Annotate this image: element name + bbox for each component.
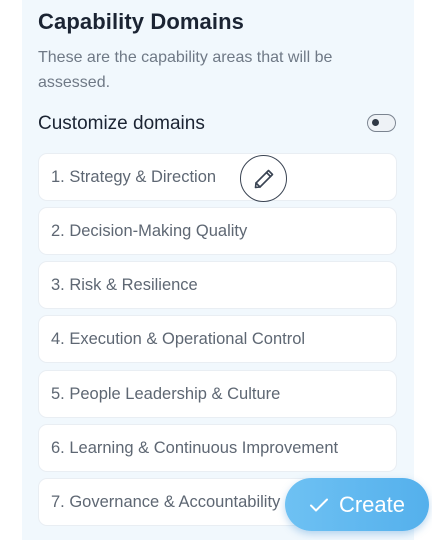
domain-label: 1. Strategy & Direction xyxy=(51,167,217,186)
domain-item-3[interactable]: 3. Risk & Resilience xyxy=(38,261,397,309)
domain-item-6[interactable]: 6. Learning & Continuous Improvement xyxy=(38,424,397,472)
customize-domains-label: Customize domains xyxy=(38,113,205,134)
customize-domains-toggle[interactable] xyxy=(367,114,396,132)
domain-item-1[interactable]: 1. Strategy & Direction xyxy=(38,153,397,201)
domain-label: 2. Decision-Making Quality xyxy=(51,221,248,240)
domain-label: 5. People Leadership & Culture xyxy=(51,384,281,403)
domain-label: 3. Risk & Resilience xyxy=(51,275,198,294)
domain-label: 6. Learning & Continuous Improvement xyxy=(51,438,339,457)
create-button[interactable]: Create xyxy=(285,478,429,531)
domain-label: 7. Governance & Accountability xyxy=(51,492,281,511)
check-icon xyxy=(309,497,329,513)
toggle-knob xyxy=(372,119,379,126)
create-button-label: Create xyxy=(338,491,406,517)
domain-item-2[interactable]: 2. Decision-Making Quality xyxy=(38,207,397,255)
domain-label: 4. Execution & Operational Control xyxy=(51,329,306,348)
section-subtitle: These are the capability areas that will… xyxy=(38,49,333,91)
pencil-icon xyxy=(254,169,273,188)
section-title: Capability Domains xyxy=(38,9,244,34)
edit-domain-button[interactable] xyxy=(240,155,287,202)
domain-item-4[interactable]: 4. Execution & Operational Control xyxy=(38,315,397,363)
domain-item-5[interactable]: 5. People Leadership & Culture xyxy=(38,370,397,418)
